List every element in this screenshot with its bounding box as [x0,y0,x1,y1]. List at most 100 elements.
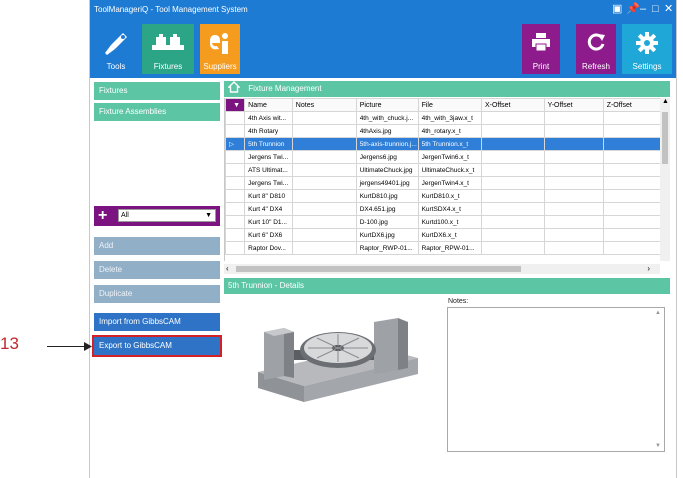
notes-field[interactable]: ▲ ▼ [447,307,665,452]
print-button[interactable]: Print [522,24,560,74]
table-cell: 4th_with_chuck.j... [355,111,419,125]
scroll-down-icon[interactable]: ▼ [655,443,661,449]
column-header[interactable]: Name [244,98,293,112]
table-cell [291,163,357,177]
table-row[interactable]: ▷ 5th Trunnion 5th-axis-trunnion.j... 5th T… [225,137,661,151]
table-cell [602,124,661,138]
pin-icon[interactable]: 📌 [626,3,640,15]
table-cell: 5th Trunnion.x_t [417,137,482,151]
refresh-button[interactable]: Refresh [576,24,616,74]
add-icon[interactable]: + [98,206,107,225]
table-cell [291,150,357,164]
snap-icon[interactable]: ▣ [612,3,622,15]
table-row[interactable]: Kurt 4" DX4 DX4.651.jpg KurtSDX4.x_t [225,202,661,216]
table-cell: Raptor_RPW-01... [417,241,482,255]
table-cell: jergens49401.jpg [355,176,419,190]
table-cell [602,150,661,164]
table-row[interactable]: Jergens Twi... jergens49401.jpg JergenTwin… [225,176,661,190]
filter-icon[interactable]: ▼ [225,98,246,112]
export-gibbscam-button[interactable]: Export to GibbsCAM [92,335,222,357]
table-row[interactable]: Kurt 6" DX6 KurtDX6.jpg KurtDX6.x_t [225,228,661,242]
column-header[interactable]: File [417,98,482,112]
table-row[interactable]: Kurt 10" D1... D-100.jpg Kurtd100.x_t [225,215,661,229]
table-row[interactable]: ATS Ultimat... UltimateChuck.jpg UltimateC… [225,163,661,177]
table-row[interactable]: Kurt 8" D810 KurtD810.jpg KurtD810.x_t [225,189,661,203]
vertical-scroll-thumb[interactable] [662,112,668,164]
fixture-grid[interactable]: ▼ Name Notes Picture File X-Offset Y-Off… [224,98,661,261]
table-cell: Raptor_RWP-01... [355,241,419,255]
delete-button[interactable]: Delete [94,261,220,279]
table-cell: KurtDX6.jpg [355,228,419,242]
table-cell: Kurt 8" D810 [244,189,293,203]
horizontal-scrollbar[interactable]: ‹ › [224,264,660,274]
table-cell: D-100.jpg [355,215,419,229]
fixtures-button[interactable]: Fixtures [142,24,194,74]
close-button[interactable]: ✕ [664,3,673,15]
table-row[interactable]: Jergens Twi... Jergens6.jpg JergenTwin6.x_… [225,150,661,164]
table-cell: Kurt 10" D1... [244,215,293,229]
tools-button[interactable]: Tools [96,24,136,74]
row-indicator[interactable] [225,124,246,138]
table-cell [291,241,357,255]
row-indicator[interactable] [225,215,246,229]
row-indicator[interactable] [225,241,246,255]
table-cell [602,241,661,255]
table-cell: Jergens Twi... [244,176,293,190]
column-header[interactable]: Notes [291,98,357,112]
fixture-picture [242,306,422,416]
table-cell [480,202,545,216]
import-gibbscam-button[interactable]: Import from GibbsCAM [94,313,220,331]
scroll-up-icon[interactable]: ▲ [655,310,661,316]
table-cell: Kurtd100.x_t [417,215,482,229]
vertical-scrollbar[interactable]: ▲ [660,98,670,261]
table-cell: 4th Axis wit... [244,111,293,125]
row-indicator[interactable] [225,189,246,203]
table-cell [480,241,545,255]
column-header[interactable]: X-Offset [480,98,545,112]
table-row[interactable]: Raptor Dov... Raptor_RWP-01... Raptor_RPW-… [225,241,661,255]
table-cell: 5th-axis-trunnion.j... [355,137,419,151]
row-indicator[interactable] [225,228,246,242]
row-indicator[interactable] [225,163,246,177]
table-cell [543,215,604,229]
row-indicator[interactable] [225,202,246,216]
table-cell: Raptor Dov... [244,241,293,255]
table-cell [480,215,545,229]
main-toolbar: Tools Fixtures Suppliers Print Refresh S… [90,20,676,78]
settings-button[interactable]: Settings [622,24,672,74]
table-cell [543,124,604,138]
table-cell: 4th Rotary [244,124,293,138]
chevron-down-icon: ▼ [205,212,212,219]
table-header-row: ▼ Name Notes Picture File X-Offset Y-Off… [225,98,661,112]
table-cell: JergenTwin4.x_t [417,176,482,190]
duplicate-button[interactable]: Duplicate [94,285,220,303]
fixture-assemblies-nav[interactable]: Fixture Assemblies [94,103,220,121]
table-cell: Kurt 4" DX4 [244,202,293,216]
scroll-left-icon[interactable]: ‹ [226,264,229,274]
table-cell [543,137,604,151]
maximize-button[interactable]: □ [652,3,659,15]
column-header[interactable]: Picture [355,98,419,112]
horizontal-scroll-thumb[interactable] [236,266,521,272]
fixture-management-title: Fixture Management [248,84,322,93]
minimize-button[interactable]: – [640,3,646,15]
table-row[interactable]: 4th Axis wit... 4th_with_chuck.j... 4th_wi… [225,111,661,125]
table-cell: 4thAxis.jpg [355,124,419,138]
home-icon[interactable] [227,81,242,99]
column-header[interactable]: Z-Offset [602,98,661,112]
row-indicator[interactable]: ▷ [225,137,246,151]
row-indicator[interactable] [225,150,246,164]
table-row[interactable]: 4th Rotary 4thAxis.jpg 4th_rotary.x_t [225,124,661,138]
fixtures-nav[interactable]: Fixtures [94,82,220,100]
row-indicator[interactable] [225,111,246,125]
scroll-right-icon[interactable]: › [647,264,650,274]
column-header[interactable]: Y-Offset [543,98,604,112]
table-cell: DX4.651.jpg [355,202,419,216]
scroll-up-icon[interactable]: ▲ [662,98,669,105]
category-select[interactable]: All ▼ [118,209,216,222]
table-cell: 4th_rotary.x_t [417,124,482,138]
suppliers-button[interactable]: Suppliers [200,24,240,74]
table-cell [543,176,604,190]
add-button[interactable]: Add [94,237,220,255]
row-indicator[interactable] [225,176,246,190]
